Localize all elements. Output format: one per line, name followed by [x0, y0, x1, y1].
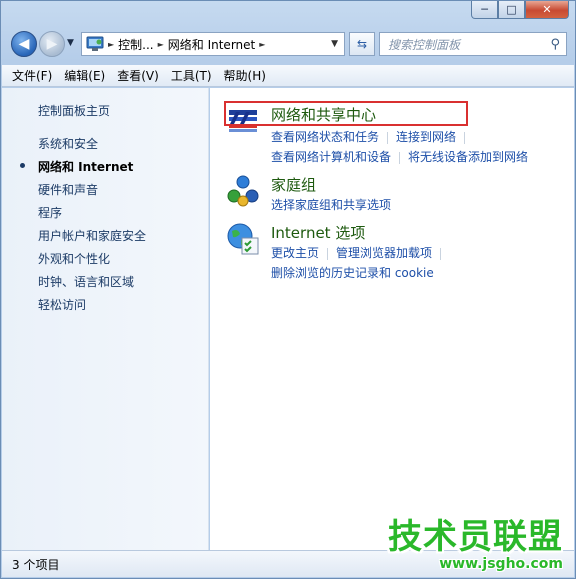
minimize-button[interactable]: ─: [471, 1, 498, 19]
internet-options-icon[interactable]: [226, 222, 260, 256]
homegroup-links-row-1: 选择家庭组和共享选项: [271, 196, 391, 213]
add-wireless-device-link[interactable]: 将无线设备添加到网络: [408, 150, 528, 164]
caption-buttons: ─ □ ✕: [471, 1, 569, 21]
change-home-page-link[interactable]: 更改主页: [271, 246, 319, 260]
recent-pages-dropdown-icon[interactable]: ▼: [67, 38, 74, 48]
control-panel-icon: [86, 36, 104, 52]
internet-options-links-row-2: 删除浏览的历史记录和 cookie: [271, 264, 434, 281]
watermark-url: www.jsgho.com: [439, 556, 563, 572]
active-item-bullet-icon: [20, 163, 25, 168]
menu-edit[interactable]: 编辑(E): [64, 67, 105, 84]
search-input[interactable]: 搜索控制面板 ⚲: [379, 32, 567, 56]
view-network-computers-link[interactable]: 查看网络计算机和设备: [271, 150, 391, 164]
network-sharing-links-row-2: 查看网络计算机和设备 将无线设备添加到网络: [271, 148, 528, 165]
sidebar-item-hardware-sound[interactable]: 硬件和声音: [38, 181, 98, 198]
address-dropdown-icon[interactable]: ▼: [331, 39, 338, 49]
search-icon[interactable]: ⚲: [550, 37, 560, 52]
sidebar-item-appearance[interactable]: 外观和个性化: [38, 250, 110, 267]
maximize-button[interactable]: □: [498, 1, 525, 19]
breadcrumb-separator-icon[interactable]: ►: [158, 40, 164, 49]
homegroup-link[interactable]: 家庭组: [271, 174, 316, 195]
manage-browser-addons-link[interactable]: 管理浏览器加载项: [336, 246, 432, 260]
navigation-bar: ◀ ▶ ▼ ► 控制... ► 网络和 Internet ► ▼ ⇆ 搜索控制面: [9, 29, 567, 59]
refresh-icon: ⇆: [356, 37, 368, 51]
menu-bar: 文件(F) 编辑(E) 查看(V) 工具(T) 帮助(H): [2, 65, 574, 87]
homegroup-icon[interactable]: [226, 174, 260, 208]
sidebar-item-user-accounts[interactable]: 用户帐户和家庭安全: [38, 227, 146, 244]
breadcrumb-separator-icon[interactable]: ►: [259, 40, 265, 49]
delete-browsing-history-link[interactable]: 删除浏览的历史记录和 cookie: [271, 266, 434, 280]
menu-file[interactable]: 文件(F): [12, 67, 52, 84]
menu-view[interactable]: 查看(V): [117, 67, 159, 84]
view-network-status-link[interactable]: 查看网络状态和任务: [271, 130, 379, 144]
internet-options-link[interactable]: Internet 选项: [271, 222, 365, 243]
watermark: 技术员联盟 www.jsgho.com: [388, 509, 563, 572]
address-bar[interactable]: ► 控制... ► 网络和 Internet ► ▼: [81, 32, 345, 56]
sidebar-item-system-security[interactable]: 系统和安全: [38, 135, 98, 152]
back-button[interactable]: ◀: [11, 31, 37, 57]
menu-tools[interactable]: 工具(T): [171, 67, 212, 84]
highlight-box: [224, 101, 468, 126]
homegroup-sharing-options-link[interactable]: 选择家庭组和共享选项: [271, 198, 391, 212]
forward-button[interactable]: ▶: [39, 31, 65, 57]
watermark-title: 技术员联盟: [388, 517, 563, 557]
search-placeholder: 搜索控制面板: [388, 37, 461, 52]
sidebar-item-clock-language[interactable]: 时钟、语言和区域: [38, 273, 134, 290]
close-button[interactable]: ✕: [525, 1, 569, 19]
sidebar-item-ease-of-access[interactable]: 轻松访问: [38, 296, 86, 313]
connect-to-network-link[interactable]: 连接到网络: [396, 130, 456, 144]
sidebar: 控制面板主页 系统和安全 网络和 Internet 硬件和声音 程序 用户帐户和…: [2, 88, 209, 550]
status-item-count: 3 个项目: [12, 557, 60, 572]
refresh-button[interactable]: ⇆: [349, 32, 375, 56]
internet-options-links-row-1: 更改主页 管理浏览器加载项: [271, 244, 449, 261]
network-sharing-links-row-1: 查看网络状态和任务 连接到网络: [271, 128, 473, 145]
sidebar-item-programs[interactable]: 程序: [38, 204, 62, 221]
sidebar-item-network-internet[interactable]: 网络和 Internet: [38, 158, 133, 175]
breadcrumb-control-panel[interactable]: 控制...: [118, 36, 153, 53]
main-content: 网络和共享中心 查看网络状态和任务 连接到网络 查看网络计算机和设备 将无线设备添加…: [210, 88, 574, 550]
menu-help[interactable]: 帮助(H): [224, 67, 266, 84]
sidebar-home-link[interactable]: 控制面板主页: [38, 102, 110, 119]
control-panel-window: ─ □ ✕ ◀ ▶ ▼ ► 控制... ► 网络和 Internet ► ▼ ⇆…: [0, 0, 576, 579]
breadcrumb-network-internet[interactable]: 网络和 Internet: [168, 36, 255, 53]
breadcrumb-separator-icon[interactable]: ►: [108, 40, 114, 49]
